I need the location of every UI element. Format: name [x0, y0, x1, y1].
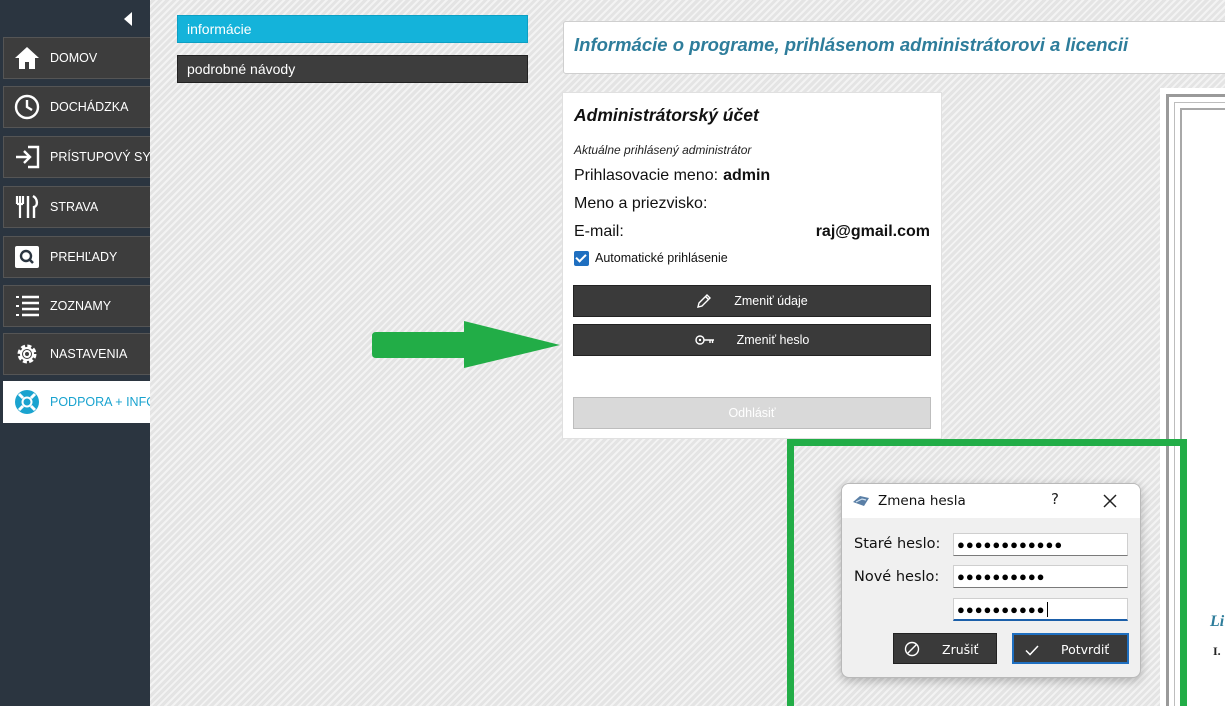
edit-details-label: Zmeniť údaje	[734, 294, 808, 308]
sidebar-item-label: DOMOV	[50, 51, 98, 65]
new-password-input[interactable]: ●●●●●●●●●●	[953, 565, 1128, 588]
list-icon	[4, 294, 50, 318]
auto-login-checkbox[interactable]	[574, 251, 589, 266]
cutlery-icon	[4, 195, 50, 219]
key-icon	[694, 333, 715, 347]
sidebar-item-dochadzka[interactable]: DOCHÁDZKA	[3, 86, 150, 128]
gear-icon	[4, 341, 50, 367]
dialog-title: Zmena hesla	[878, 493, 966, 509]
sidebar: DOMOV DOCHÁDZKA PRÍSTUPOVÝ SYS STRAVA PR…	[0, 0, 150, 706]
confirm-password-input[interactable]: ●●●●●●●●●●	[953, 598, 1128, 621]
page-title: Informácie o programe, prihlásenom admin…	[574, 34, 1129, 55]
app-icon	[852, 494, 870, 513]
text-caret	[1046, 601, 1048, 617]
pencil-icon	[696, 293, 712, 309]
green-arrow-icon	[372, 321, 560, 368]
old-password-input[interactable]: ●●●●●●●●●●●●	[953, 533, 1128, 556]
collapse-sidebar-icon[interactable]	[120, 10, 138, 28]
sidebar-item-label: ZOZNAMY	[50, 299, 112, 313]
old-password-label: Staré heslo:	[854, 536, 941, 552]
email-value: raj@gmail.com	[815, 223, 930, 240]
confirm-label: Potvrdiť	[1061, 642, 1110, 657]
home-icon	[4, 46, 50, 70]
old-password-value: ●●●●●●●●●●●●	[957, 537, 1064, 552]
confirm-button[interactable]: Potvrdiť	[1012, 633, 1129, 664]
auto-login-label[interactable]: Automatické prihlásenie	[595, 251, 728, 265]
name-label: Meno a priezvisko:	[574, 195, 708, 212]
login-label: Prihlasovacie meno:	[574, 167, 719, 184]
submenu-podrobne-navody[interactable]: podrobné návody	[177, 55, 528, 83]
help-button[interactable]: ?	[1045, 490, 1065, 508]
email-label: E-mail:	[574, 223, 624, 240]
sidebar-item-label: DOCHÁDZKA	[50, 100, 129, 114]
cancel-icon	[904, 641, 920, 657]
checkmark-icon	[1024, 642, 1040, 658]
submenu-informacie[interactable]: informácie	[177, 15, 528, 43]
logout-button[interactable]: Odhlásiť	[573, 397, 931, 429]
cancel-button[interactable]: Zrušiť	[893, 633, 997, 664]
sidebar-item-prehlady[interactable]: PREHĽADY	[3, 236, 150, 278]
edit-details-button[interactable]: Zmeniť údaje	[573, 285, 931, 317]
change-password-label: Zmeniť heslo	[736, 333, 810, 347]
sidebar-item-label: PREHĽADY	[50, 250, 118, 264]
new-password-value: ●●●●●●●●●●	[957, 569, 1046, 584]
sidebar-item-pristupovy-system[interactable]: PRÍSTUPOVÝ SYS	[3, 136, 150, 178]
change-password-button[interactable]: Zmeniť heslo	[573, 324, 931, 356]
lifebuoy-icon	[4, 388, 50, 416]
card-title: Administrátorský účet	[574, 105, 759, 125]
sidebar-item-domov[interactable]: DOMOV	[3, 37, 150, 79]
page-title-box: Informácie o programe, prihlásenom admin…	[563, 21, 1225, 74]
admin-account-card: Administrátorský účet Aktuálne prihlásen…	[562, 92, 942, 439]
login-value: admin	[723, 167, 771, 184]
sidebar-item-label: PRÍSTUPOVÝ SYS	[50, 150, 150, 164]
login-row: Prihlasovacie meno: admin	[574, 167, 770, 185]
sidebar-item-nastavenia[interactable]: NASTAVENIA	[3, 333, 150, 375]
sidebar-item-podpora-info[interactable]: PODPORA + INFO	[3, 381, 150, 423]
new-password-label: Nové heslo:	[854, 569, 940, 585]
cancel-label: Zrušiť	[942, 642, 979, 657]
card-subtitle: Aktuálne prihlásený administrátor	[574, 143, 752, 157]
sidebar-item-strava[interactable]: STRAVA	[3, 186, 150, 228]
change-password-dialog: Zmena hesla ? Staré heslo: ●●●●●●●●●●●● …	[841, 483, 1141, 678]
login-arrow-icon	[4, 145, 50, 169]
confirm-password-value: ●●●●●●●●●●	[957, 601, 1046, 617]
sidebar-item-zoznamy[interactable]: ZOZNAMY	[3, 285, 150, 327]
sidebar-item-label: PODPORA + INFO	[50, 395, 150, 409]
search-icon	[4, 245, 50, 269]
license-heading: Li	[1210, 613, 1225, 630]
clock-icon	[4, 94, 50, 120]
sidebar-item-label: NASTAVENIA	[50, 347, 128, 361]
license-section-number: I.	[1213, 644, 1221, 658]
close-icon[interactable]	[1099, 490, 1121, 512]
sidebar-item-label: STRAVA	[50, 200, 99, 214]
